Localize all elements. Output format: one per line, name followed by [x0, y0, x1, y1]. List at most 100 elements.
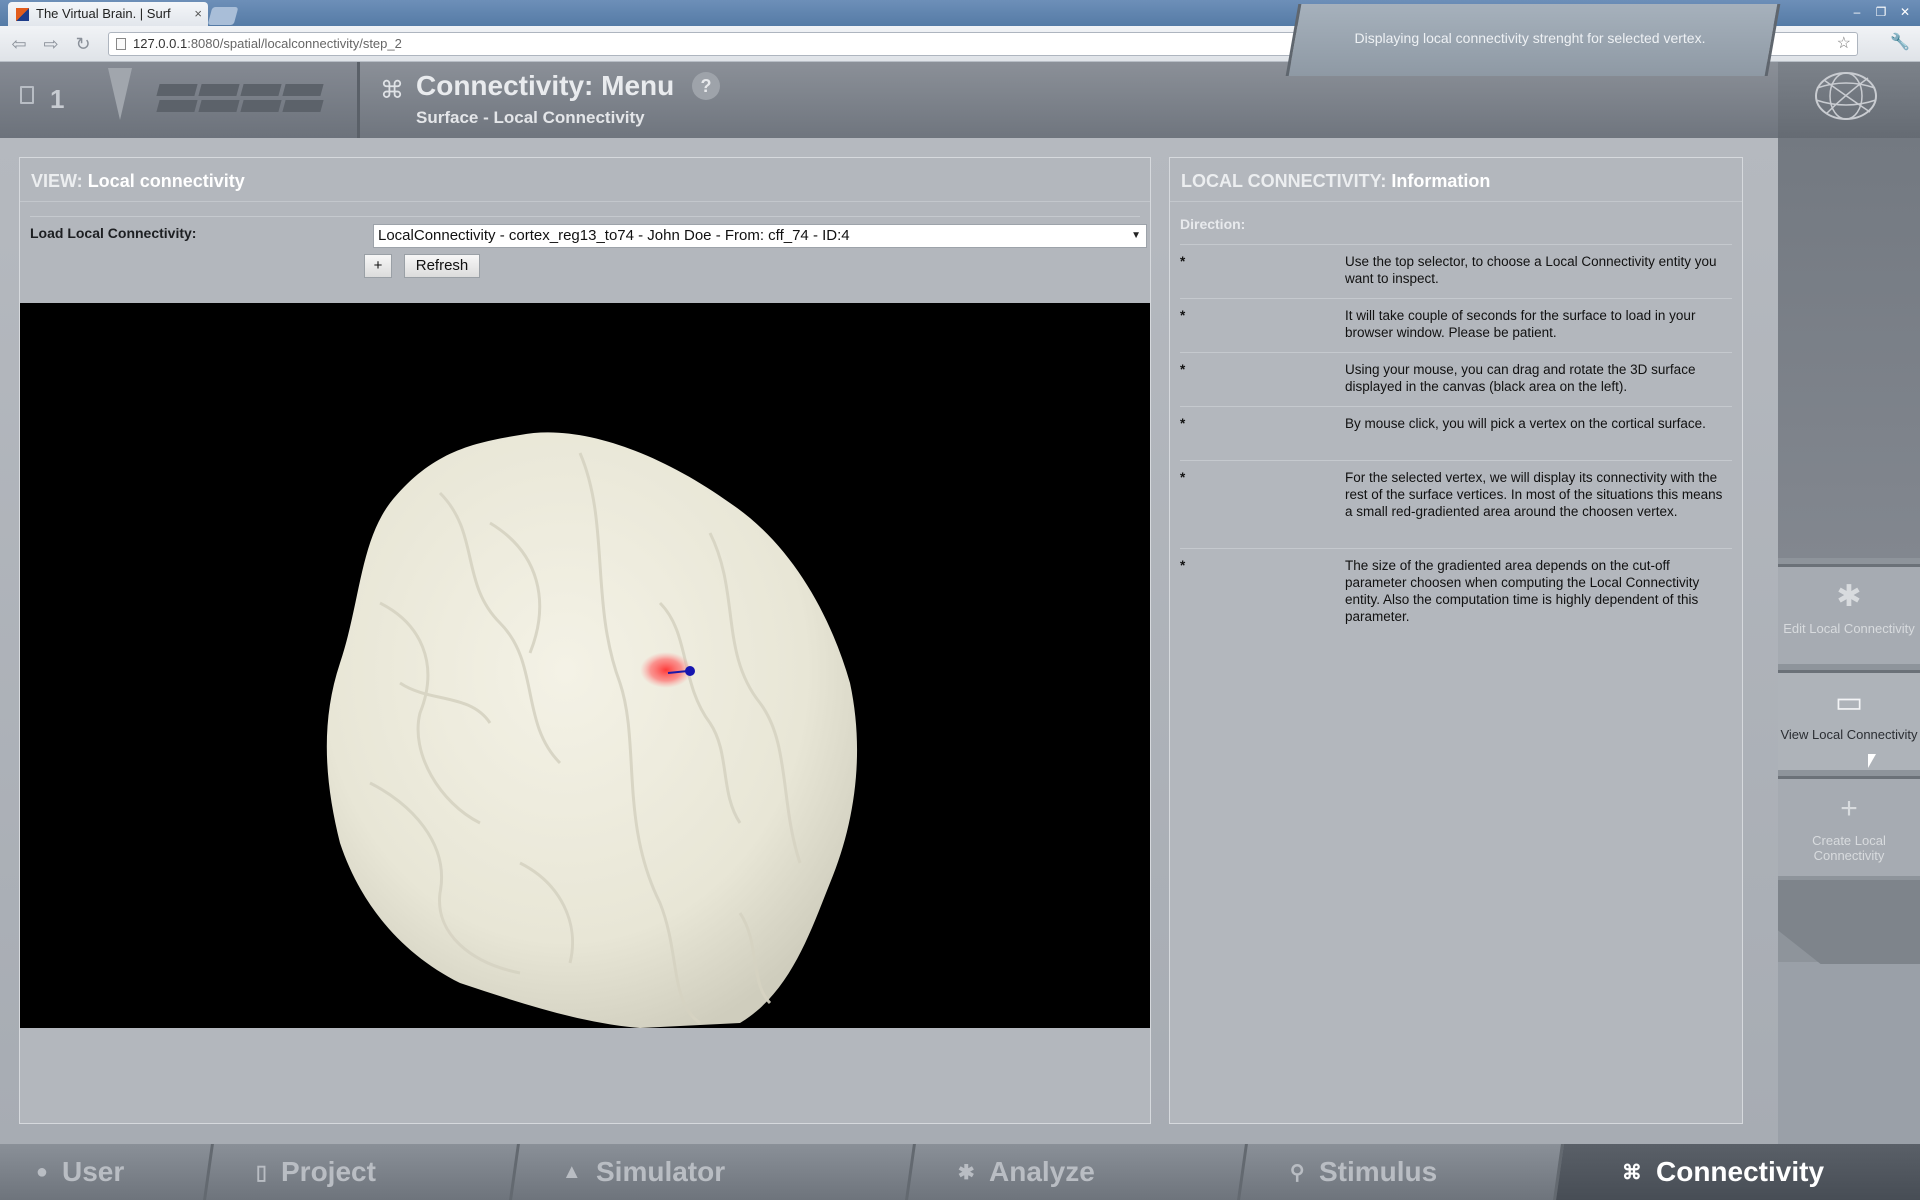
tvb-favicon-icon [16, 8, 29, 21]
page-subtitle: Surface - Local Connectivity [416, 108, 645, 127]
help-icon[interactable]: ? [692, 72, 720, 100]
item-text: Using your mouse, you can drag and rotat… [1345, 362, 1696, 394]
view-title-main: Local connectivity [87, 171, 245, 191]
monitor-icon: ▭ [1834, 686, 1864, 719]
mouse-cursor-icon [1868, 754, 1876, 768]
item-text: Use the top selector, to choose a Local … [1345, 254, 1717, 286]
list-item: * Using your mouse, you can drag and rota… [1180, 353, 1732, 407]
connectivity-icon: ⌘ [380, 77, 404, 104]
information-panel: LOCAL CONNECTIVITY: Information Directio… [1169, 157, 1743, 1124]
nav-tab-stimulus[interactable]: ⚲ Stimulus [1240, 1144, 1564, 1200]
reload-icon[interactable]: ↻ [72, 33, 94, 55]
direction-list: * Use the top selector, to choose a Local… [1180, 244, 1732, 633]
item-text: For the selected vertex, we will display… [1345, 470, 1723, 519]
close-window-icon[interactable]: ✕ [1896, 4, 1914, 20]
view-panel: VIEW: Local connectivity Load Local Conn… [19, 157, 1151, 1124]
status-message: Displaying local connectivity strenght f… [1354, 30, 1706, 46]
dropdown-arrow-icon: ▼ [1131, 230, 1141, 241]
load-label: Load Local Connectivity: [30, 225, 197, 241]
direction-label: Direction: [1180, 216, 1246, 232]
history-bars-icon[interactable] [156, 84, 324, 112]
url-path: :8080/spatial/localconnectivity/step_2 [187, 36, 402, 51]
nav-label: Stimulus [1318, 1156, 1437, 1187]
tool-label: View Local Connectivity [1780, 727, 1918, 742]
list-item: * It will take couple of seconds for the … [1180, 299, 1732, 353]
bookmark-star-icon[interactable]: ☆ [1837, 33, 1851, 55]
tool-label: Edit Local Connectivity [1783, 621, 1915, 636]
bottom-navigation: ● User ▯ Project ▲ Simulator ✱ Analyze ⚲ Stim… [0, 1144, 1920, 1200]
tools-column-top [1778, 138, 1920, 558]
load-row: Load Local Connectivity: LocalConnectivi… [30, 216, 1147, 248]
bullet: * [1180, 470, 1186, 485]
gear-icon: ✱ [958, 1161, 975, 1184]
nav-tab-simulator[interactable]: ▲ Simulator [512, 1144, 916, 1200]
nav-label: Analyze [988, 1156, 1095, 1187]
view-panel-title: VIEW: Local connectivity [20, 158, 1150, 202]
brain-hemisphere [326, 432, 858, 1028]
item-text: By mouse click, you will pick a vertex o… [1345, 416, 1706, 431]
document-icon [20, 86, 34, 104]
view-title-lead: VIEW: [31, 171, 83, 191]
plus-icon: + [1840, 792, 1858, 825]
list-item: * By mouse click, you will pick a vertex … [1180, 407, 1732, 461]
view-local-connectivity-button[interactable]: ▭ View Local Connectivity [1778, 670, 1920, 770]
list-item: * For the selected vertex, we will displa… [1180, 461, 1732, 549]
bullet: * [1180, 362, 1186, 377]
page-icon [116, 38, 126, 50]
nav-tab-connectivity[interactable]: ⌘ Connectivity [1556, 1144, 1920, 1200]
connectivity-icon: ⌘ [1622, 1161, 1642, 1184]
refresh-button[interactable]: Refresh [404, 254, 480, 278]
selected-value: LocalConnectivity - cortex_reg13_to74 - … [378, 227, 850, 244]
local-connectivity-select[interactable]: LocalConnectivity - cortex_reg13_to74 - … [373, 224, 1147, 248]
new-tab-button[interactable] [207, 7, 239, 25]
browser-tab[interactable]: The Virtual Brain. | Surf × [8, 2, 208, 26]
info-title-main: Information [1391, 171, 1491, 191]
info-title-lead: LOCAL CONNECTIVITY: [1181, 171, 1387, 191]
logo-area [1778, 62, 1920, 138]
nav-tab-user[interactable]: ● User [0, 1144, 214, 1200]
tool-label: Create Local Connectivity [1812, 833, 1886, 863]
nav-tab-project[interactable]: ▯ Project [206, 1144, 520, 1200]
brain-globe-icon [1815, 72, 1877, 120]
bullet: * [1180, 254, 1186, 269]
forward-arrow-icon[interactable]: ⇨ [40, 33, 62, 55]
maximize-icon[interactable]: ❐ [1872, 4, 1890, 20]
nav-label: Simulator [595, 1156, 725, 1187]
bullet: * [1180, 416, 1186, 431]
add-button[interactable]: + [364, 254, 392, 278]
window-controls: – ❐ ✕ [1848, 4, 1914, 20]
tab-title: The Virtual Brain. | Surf [36, 6, 171, 21]
nav-label: Project [281, 1156, 376, 1187]
list-item: * The size of the gradiented area depends… [1180, 549, 1732, 633]
nav-tab-analyze[interactable]: ✱ Analyze [908, 1144, 1248, 1200]
nav-label: Connectivity [1656, 1156, 1825, 1187]
brain-surface[interactable] [20, 303, 1150, 1028]
bullet: * [1180, 308, 1186, 323]
gear-icon: ✱ [1836, 580, 1862, 613]
project-menu-wedge-icon[interactable] [108, 68, 132, 120]
selected-vertex-marker [685, 666, 695, 676]
brain-canvas[interactable] [20, 303, 1150, 1028]
minimize-icon[interactable]: – [1848, 4, 1866, 20]
pin-icon: ⚲ [1290, 1161, 1305, 1184]
wrench-icon[interactable]: 🔧 [1890, 32, 1910, 52]
document-icon: ▯ [256, 1161, 268, 1184]
bullet: * [1180, 558, 1186, 573]
page-title: Connectivity: Menu [416, 70, 675, 101]
close-icon[interactable]: × [194, 2, 202, 26]
list-item: * Use the top selector, to choose a Local… [1180, 245, 1732, 299]
nav-label: User [62, 1156, 125, 1187]
back-arrow-icon[interactable]: ⇦ [8, 33, 30, 55]
rocket-icon: ▲ [562, 1160, 582, 1183]
edit-local-connectivity-button[interactable]: ✱ Edit Local Connectivity [1778, 564, 1920, 664]
user-icon: ● [36, 1160, 49, 1183]
item-text: The size of the gradiented area depends … [1345, 558, 1700, 624]
item-text: It will take couple of seconds for the s… [1345, 308, 1696, 340]
menu-heading: ⌘ Connectivity: Menu ? Surface - Local C… [364, 62, 1294, 138]
project-number[interactable]: 1 [50, 84, 64, 115]
create-local-connectivity-button[interactable]: + Create Local Connectivity [1778, 776, 1920, 876]
connectivity-highlight [640, 652, 692, 688]
project-area: 1 [0, 62, 360, 138]
info-panel-title: LOCAL CONNECTIVITY: Information [1170, 158, 1742, 202]
url-host: 127.0.0.1 [133, 36, 188, 51]
